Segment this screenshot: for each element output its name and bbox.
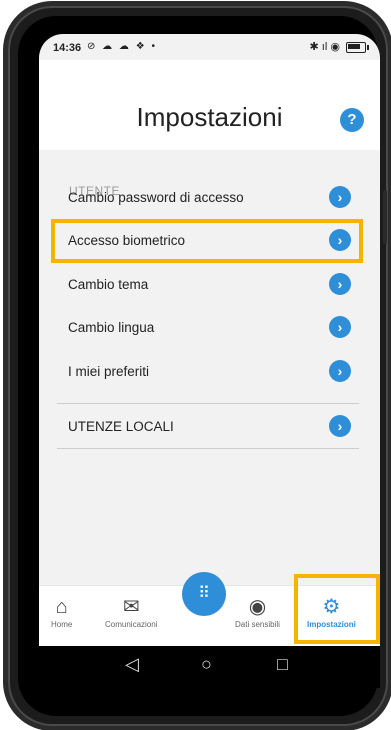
mail-icon: ✉ xyxy=(122,596,140,618)
chevron-right-icon[interactable]: › xyxy=(329,415,351,437)
app-screen: 14:36 ⊘ ☁ ☁ ❖ • ✱ ıl ◉ Impostazioni ? UT… xyxy=(39,34,380,646)
settings-row-preferiti[interactable]: I miei preferiti › xyxy=(53,352,361,392)
nav-home[interactable]: ⌂ Home xyxy=(51,596,72,629)
divider xyxy=(57,448,359,449)
battery-icon xyxy=(346,41,369,53)
highlight-box xyxy=(294,574,380,644)
apps-grid-button[interactable]: ⠿ xyxy=(182,572,226,616)
nav-comunicazioni[interactable]: ✉ Comunicazioni xyxy=(105,596,157,629)
section-label-utenze-locali: UTENZE LOCALI xyxy=(68,419,174,434)
row-label: Cambio tema xyxy=(68,277,149,292)
nav-dati-sensibili[interactable]: ◉ Dati sensibili xyxy=(235,596,280,629)
connectivity-icons: ✱ ıl ◉ xyxy=(309,41,340,53)
chevron-right-icon[interactable]: › xyxy=(329,186,351,208)
row-label: Cambio password di accesso xyxy=(68,190,244,205)
chevron-right-icon[interactable]: › xyxy=(329,273,351,295)
row-label: Accesso biometrico xyxy=(68,233,186,248)
settings-row-utenze-locali[interactable]: UTENZE LOCALI › xyxy=(53,407,361,447)
home-circle-icon[interactable]: ○ xyxy=(201,654,212,675)
chevron-right-icon[interactable]: › xyxy=(329,360,351,382)
row-label: Cambio lingua xyxy=(68,320,155,335)
recents-icon[interactable]: □ xyxy=(277,654,288,675)
divider xyxy=(57,403,359,404)
row-label: I miei preferiti xyxy=(68,364,150,379)
settings-row-accesso-biometrico[interactable]: Accesso biometrico › xyxy=(51,219,363,263)
grid-icon: ⠿ xyxy=(198,585,210,602)
notification-icons: ⊘ ☁ ☁ ❖ • xyxy=(87,41,157,52)
page-title: Impostazioni xyxy=(136,102,283,132)
help-icon[interactable]: ? xyxy=(340,108,364,132)
android-navigation-bar: ◁ ○ □ xyxy=(39,646,380,688)
page-header: Impostazioni ? xyxy=(39,60,380,150)
volume-button xyxy=(383,190,387,244)
home-icon: ⌂ xyxy=(55,596,68,618)
chevron-right-icon[interactable]: › xyxy=(329,229,351,251)
settings-row-cambio-lingua[interactable]: Cambio lingua › xyxy=(53,308,361,348)
settings-row-cambio-password[interactable]: Cambio password di accesso › xyxy=(53,178,361,218)
back-icon[interactable]: ◁ xyxy=(125,654,139,675)
status-time: 14:36 xyxy=(53,42,82,54)
bottom-nav: ⌂ Home ✉ Comunicazioni ⠿ ◉ Dati sensibil… xyxy=(39,572,380,646)
status-bar: 14:36 ⊘ ☁ ☁ ❖ • ✱ ıl ◉ xyxy=(39,34,380,60)
chevron-right-icon[interactable]: › xyxy=(329,316,351,338)
settings-row-cambio-tema[interactable]: Cambio tema › xyxy=(53,265,361,305)
eye-icon: ◉ xyxy=(248,596,267,618)
system-status-icons: ✱ ıl ◉ xyxy=(309,40,369,53)
